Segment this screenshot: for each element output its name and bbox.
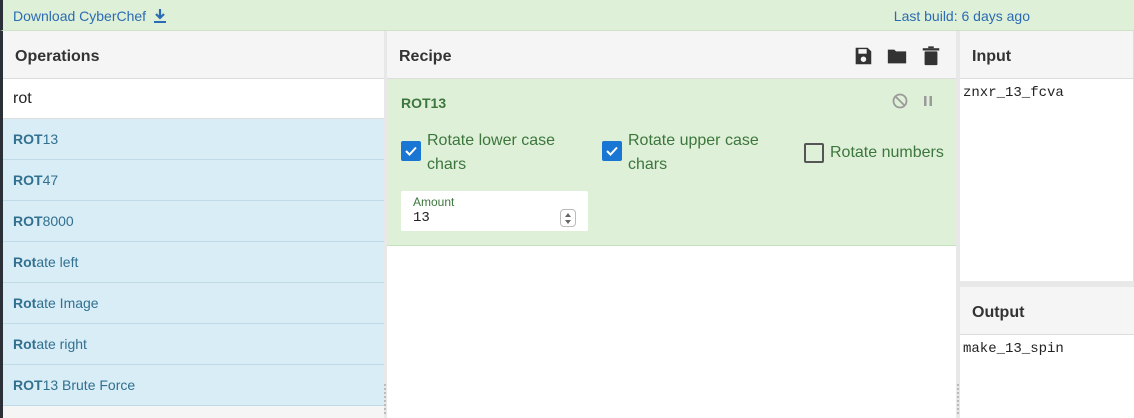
operation-match-text: ROT (13, 172, 43, 188)
operation-rest-text: 13 Brute Force (42, 377, 136, 393)
output-panel: Output make_13_spin (960, 287, 1134, 418)
output-title: Output (960, 287, 1134, 335)
disable-icon[interactable] (892, 93, 908, 109)
operation-match-text: Rot (13, 254, 37, 270)
resize-handle[interactable] (384, 384, 386, 414)
input-panel: Input znxr_13_fcva (960, 31, 1134, 281)
input-title: Input (960, 31, 1133, 79)
operation-list-item[interactable]: ROT13 (3, 119, 384, 160)
operation-rest-text: 8000 (42, 213, 74, 229)
recipe-operation-rot13[interactable]: ROT13 Rotate lower case chars Rotate upp… (387, 79, 956, 246)
checkbox-checked-icon[interactable] (602, 141, 622, 161)
operation-match-text: ROT (13, 377, 43, 393)
operation-controls (892, 93, 936, 109)
operations-list: ROT13 ROT47 ROT8000 Rotate left Rotate Image… (3, 119, 384, 406)
download-cyberchef-link[interactable]: Download CyberChef (13, 8, 168, 24)
checkbox-unchecked-icon[interactable] (804, 143, 824, 163)
operation-rest-text: ate Image (36, 295, 99, 311)
rotate-numbers-label: Rotate numbers (830, 144, 944, 161)
recipe-panel: Recipe ROT13 Rotate lower case chars Rot… (387, 31, 956, 418)
operation-list-item[interactable]: Rotate left (3, 242, 384, 283)
operation-match-text: Rot (13, 336, 37, 352)
operation-title: ROT13 (401, 95, 447, 111)
download-icon[interactable] (152, 8, 168, 24)
rotate-lower-label: Rotate lower case chars (427, 132, 556, 173)
operation-list-item[interactable]: Rotate Image (3, 283, 384, 324)
amount-label: Amount (413, 195, 455, 209)
last-build-link[interactable]: Last build: 6 days ago (894, 8, 1030, 24)
operation-match-text: ROT (13, 131, 43, 147)
operation-list-item[interactable]: ROT47 (3, 160, 384, 201)
input-textarea[interactable]: znxr_13_fcva (960, 79, 1133, 107)
resize-handle[interactable] (957, 384, 959, 414)
top-banner: Download CyberChef Last build: 6 days ag… (0, 0, 1134, 31)
operation-list-item[interactable]: Rotate right (3, 324, 384, 365)
amount-field[interactable]: Amount 13 (401, 191, 588, 231)
recipe-header: Recipe (387, 31, 956, 79)
operation-rest-text: ate left (36, 254, 79, 270)
folder-icon[interactable] (886, 45, 908, 67)
operation-match-text: ROT (13, 213, 43, 229)
operation-rest-text: 47 (42, 172, 59, 188)
amount-stepper[interactable] (560, 209, 576, 227)
amount-value[interactable]: 13 (413, 210, 430, 226)
recipe-toolbar (852, 45, 942, 67)
pause-icon[interactable] (920, 93, 936, 109)
trash-icon[interactable] (920, 45, 942, 67)
operation-list-item[interactable]: ROT13 Brute Force (3, 365, 384, 406)
rotate-lower-checkbox[interactable]: Rotate lower case chars (401, 129, 591, 177)
operation-list-item[interactable]: ROT8000 (3, 201, 384, 242)
operation-match-text: Rot (13, 295, 37, 311)
operation-rest-text: 13 (42, 131, 59, 147)
rotate-upper-checkbox[interactable]: Rotate upper case chars (602, 129, 777, 177)
operations-search[interactable] (3, 79, 384, 119)
download-label[interactable]: Download CyberChef (13, 8, 146, 24)
io-panel: Input znxr_13_fcva Output make_13_spin (960, 31, 1134, 418)
output-text[interactable]: make_13_spin (960, 335, 1134, 363)
save-icon[interactable] (852, 45, 874, 67)
recipe-title: Recipe (399, 48, 452, 65)
rotate-upper-label: Rotate upper case chars (628, 132, 759, 173)
operations-panel: Operations ROT13ROT47ROT8000Rotate leftR… (3, 31, 384, 418)
operation-rest-text: ate right (36, 336, 87, 352)
operations-title: Operations (3, 31, 384, 79)
rotate-numbers-checkbox[interactable]: Rotate numbers (804, 141, 954, 165)
checkbox-checked-icon[interactable] (401, 141, 421, 161)
operations-search-input[interactable] (13, 90, 374, 108)
